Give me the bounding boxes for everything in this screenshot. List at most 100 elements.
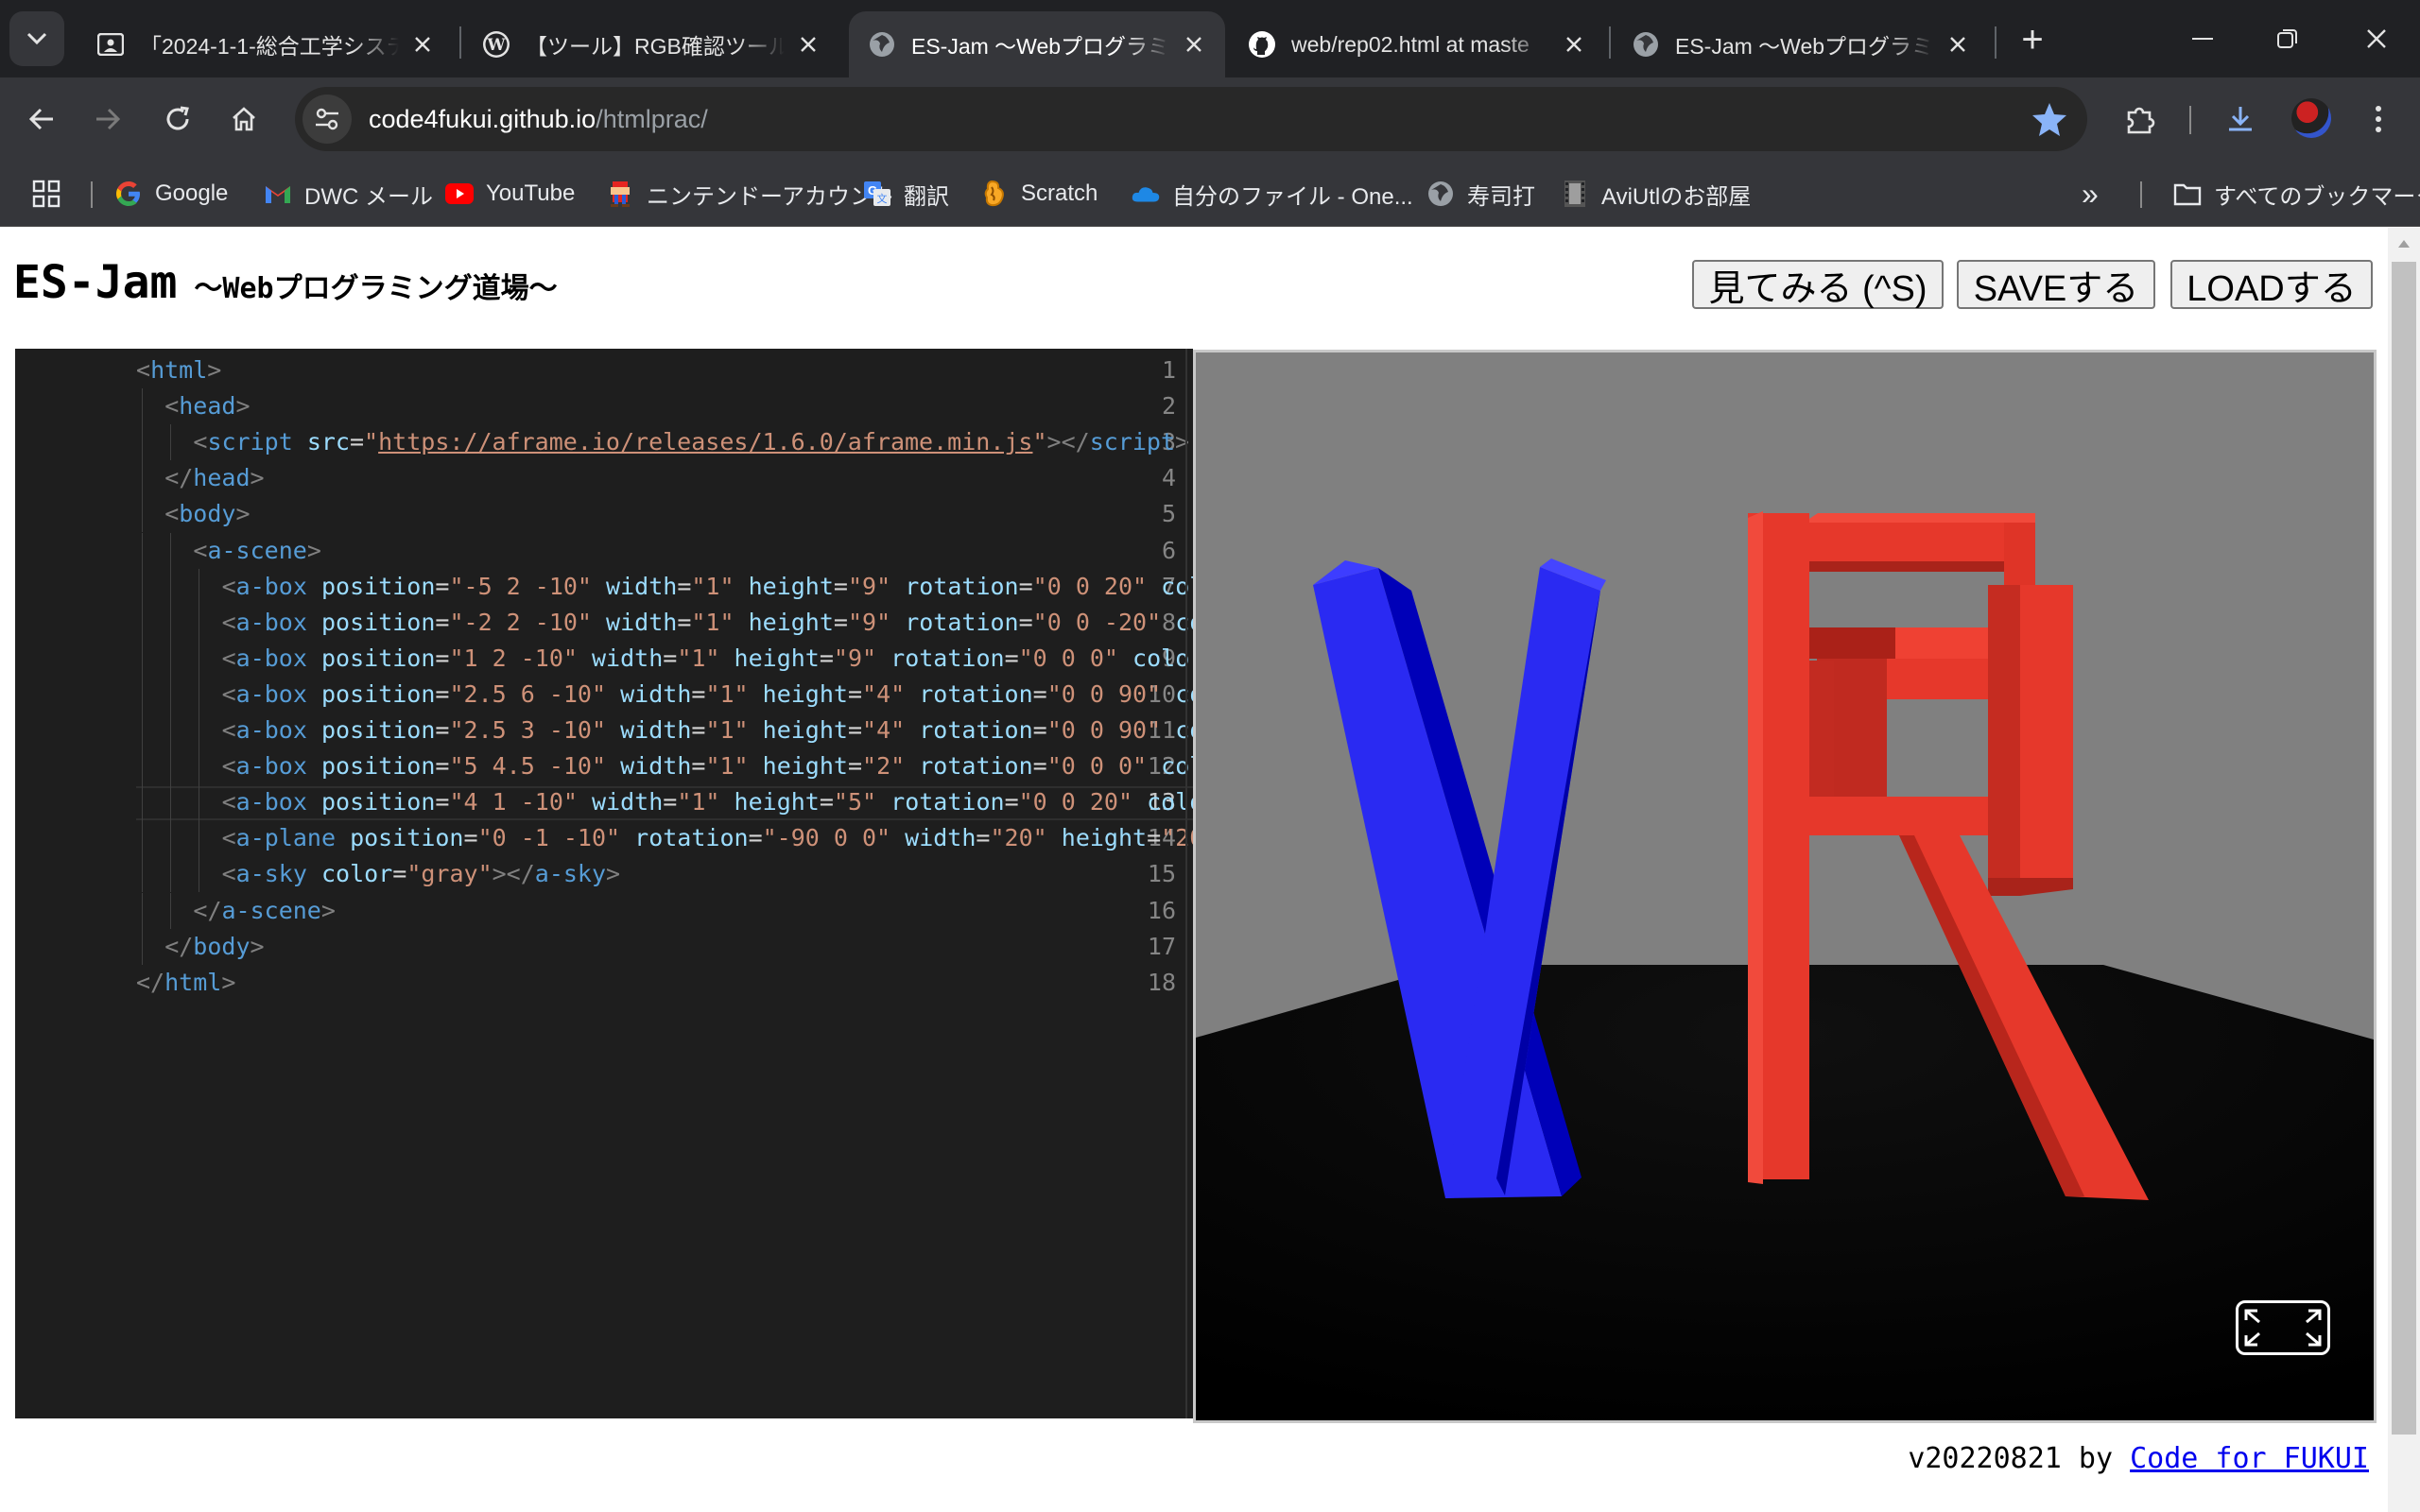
view-button[interactable]: 見てみる (^S) xyxy=(1692,260,1944,309)
apps-button[interactable] xyxy=(32,172,60,215)
bookmark-label: 自分のファイル - One... xyxy=(1172,183,1413,210)
close-window-button[interactable] xyxy=(2348,13,2405,64)
code-line[interactable]: <html> xyxy=(136,356,221,384)
code-line[interactable]: <a-box position="5 4.5 -10" width="1" he… xyxy=(222,752,1193,780)
minimize-button[interactable] xyxy=(2174,13,2231,64)
code-token: > xyxy=(320,896,336,924)
tab-title: 【ツール】RGB確認ツール – N xyxy=(526,34,785,59)
site-info-button[interactable] xyxy=(302,94,352,144)
bookmark-item[interactable]: G 文翻訳 xyxy=(862,172,949,215)
code-line[interactable]: <a-box position="2.5 6 -10" width="1" he… xyxy=(222,680,1193,708)
close-tab-icon[interactable] xyxy=(1560,30,1588,59)
code-line[interactable]: </head> xyxy=(164,464,264,491)
bookmark-item[interactable]: DWC メール xyxy=(263,172,433,215)
code-token: a-plane xyxy=(235,824,337,852)
code-line[interactable]: <a-box position="2.5 3 -10" width="1" he… xyxy=(222,716,1193,744)
bookmark-item[interactable]: Scratch xyxy=(979,172,1098,215)
bookmarks-overflow-button[interactable]: » xyxy=(2082,172,2099,215)
profile-avatar[interactable] xyxy=(2291,98,2331,138)
code-for-fukui-link[interactable]: Code for FUKUI xyxy=(2130,1442,2369,1475)
code-token: "1" xyxy=(705,716,749,744)
browser-tab[interactable]: ES-Jam 〜Webプログラミン xyxy=(849,11,1225,77)
scrollbar-thumb[interactable] xyxy=(2392,262,2416,1435)
browser-tab[interactable]: ES-Jam 〜Webプログラミン xyxy=(1613,11,1989,77)
code-token: head xyxy=(193,464,251,492)
all-bookmarks-button[interactable]: すべてのブックマーク xyxy=(2172,172,2420,215)
extensions-button[interactable] xyxy=(2118,96,2163,142)
code-line[interactable]: <a-plane position="0 -1 -10" rotation="-… xyxy=(222,824,1193,851)
browser-tab[interactable]: 「2024-1-1-総合工学システ xyxy=(78,11,454,77)
code-token: = xyxy=(435,679,450,708)
bookmark-item[interactable]: ニンテンドーアカウント xyxy=(605,172,895,215)
code-token: = xyxy=(819,788,834,816)
indent-guide xyxy=(170,784,172,821)
browser-menu-button[interactable] xyxy=(2356,96,2401,142)
back-button[interactable] xyxy=(19,96,64,142)
code-token: color xyxy=(1175,679,1193,708)
bookmark-item[interactable]: YouTube xyxy=(444,172,575,215)
vr-scene-canvas[interactable] xyxy=(1196,352,2374,1420)
code-line[interactable]: </html> xyxy=(136,969,235,996)
close-tab-icon[interactable] xyxy=(408,30,437,59)
restore-button[interactable] xyxy=(2259,13,2316,64)
code-line[interactable]: <script src="https://aframe.io/releases/… xyxy=(193,428,1189,455)
bookmark-star-icon[interactable] xyxy=(2031,100,2068,138)
code-token: < xyxy=(221,752,236,781)
code-line[interactable]: </body> xyxy=(164,933,264,960)
code-token: rotation xyxy=(905,608,1019,636)
code-token: "2.5 3 -10" xyxy=(449,716,607,744)
reload-button[interactable] xyxy=(155,96,200,142)
code-token: = xyxy=(349,428,365,456)
bookmark-label: DWC メール xyxy=(304,183,433,210)
code-line[interactable]: <a-box position="1 2 -10" width="1" heig… xyxy=(222,644,1193,672)
code-token: "0 0 0" xyxy=(1018,644,1118,672)
code-token: rotation xyxy=(919,752,1033,781)
preview-pane[interactable] xyxy=(1193,350,2377,1423)
browser-tab[interactable]: W 【ツール】RGB確認ツール – N xyxy=(463,11,839,77)
code-line[interactable]: <a-box position="-2 2 -10" width="1" hei… xyxy=(222,609,1193,636)
code-token: < xyxy=(221,644,236,672)
code-token: = xyxy=(1004,644,1019,672)
bookmark-item[interactable]: Google xyxy=(113,172,228,215)
close-tab-icon[interactable] xyxy=(1944,30,1972,59)
browser-tab[interactable]: web/rep02.html at maste xyxy=(1229,11,1605,77)
code-token: "1 2 -10" xyxy=(449,644,578,672)
home-button[interactable] xyxy=(221,96,267,142)
code-line[interactable]: <a-scene> xyxy=(193,537,320,564)
code-line[interactable]: <body> xyxy=(164,500,250,527)
code-token: color xyxy=(1132,644,1193,672)
close-tab-icon[interactable] xyxy=(794,30,822,59)
forward-button[interactable] xyxy=(85,96,130,142)
scroll-up-arrow-icon[interactable] xyxy=(2394,234,2413,253)
vr-mode-button[interactable] xyxy=(2236,1300,2330,1355)
code-token: > xyxy=(606,860,621,888)
indent-guide xyxy=(170,424,172,461)
indent-guide xyxy=(170,856,172,893)
bookmark-item[interactable]: 自分のファイル - One... xyxy=(1131,172,1413,215)
bookmark-item[interactable]: AviUtlのお部屋 xyxy=(1560,172,1751,215)
save-button[interactable]: SAVEする xyxy=(1957,260,2155,309)
tab-search-button[interactable] xyxy=(9,11,64,66)
code-line[interactable]: <a-sky color="gray"></a-sky> xyxy=(222,860,621,887)
minimize-icon xyxy=(2192,38,2213,40)
code-token: "gray" xyxy=(406,860,493,888)
code-line[interactable]: <a-box position="4 1 -10" width="1" heig… xyxy=(222,788,1193,816)
bookmark-item[interactable]: 寿司打 xyxy=(1426,172,1535,215)
code-line[interactable]: <head> xyxy=(164,392,250,420)
address-bar[interactable]: code4fukui.github.io/htmlprac/ xyxy=(295,87,2087,151)
code-editor[interactable]: 1 <html> 2 <head> 3 <script src="https://afra… xyxy=(15,349,1193,1418)
code-line[interactable]: <a-box position="-5 2 -10" width="1" hei… xyxy=(222,573,1193,600)
downloads-button[interactable] xyxy=(2218,96,2263,142)
new-tab-button[interactable]: + xyxy=(2012,21,2053,62)
load-button[interactable]: LOADする xyxy=(2170,260,2373,309)
bookmark-label: ニンテンドーアカウント xyxy=(647,183,896,210)
close-tab-icon[interactable] xyxy=(1180,30,1208,59)
line-number: 2 xyxy=(1161,392,1176,421)
code-line[interactable]: </a-scene> xyxy=(193,897,336,924)
